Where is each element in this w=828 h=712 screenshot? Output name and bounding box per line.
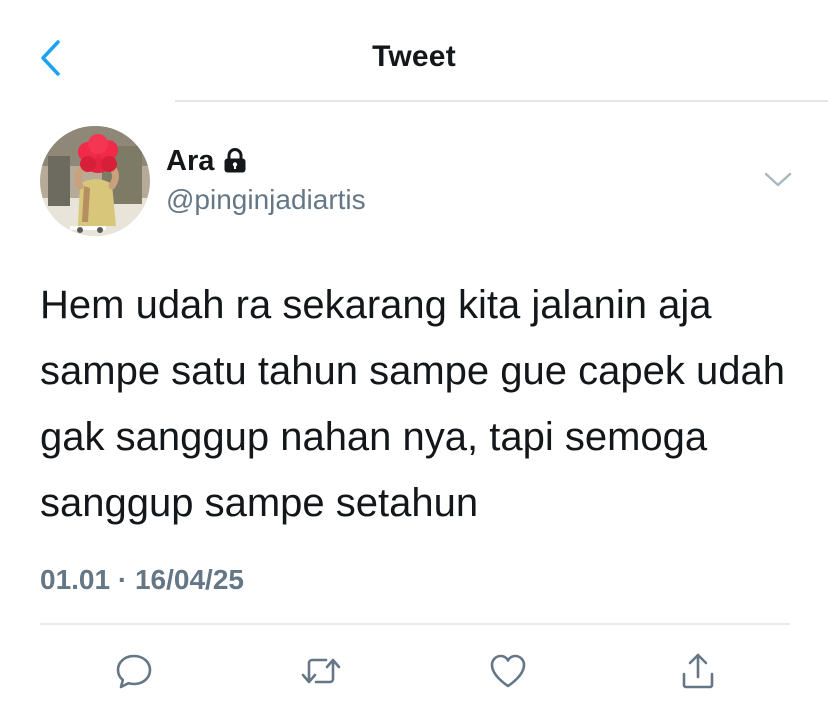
timestamp-separator: ·	[117, 564, 128, 595]
avatar-image	[40, 126, 150, 236]
author-name[interactable]: Ara	[166, 145, 214, 178]
tweet-text: Hem udah ra sekarang kita jalanin aja sa…	[40, 283, 785, 525]
lock-icon	[223, 148, 247, 174]
share-icon	[682, 653, 714, 689]
tweet-time: 01.01	[40, 564, 111, 595]
share-button[interactable]	[673, 646, 723, 696]
reply-icon	[116, 654, 152, 689]
tweet-date: 16/04/25	[134, 564, 244, 595]
chevron-down-icon	[764, 172, 792, 187]
retweet-button[interactable]	[296, 646, 346, 696]
navigation-bar: Tweet	[0, 0, 828, 102]
tweet-timestamp: 01.01 · 16/04/25	[40, 564, 244, 596]
reply-button[interactable]	[109, 646, 159, 696]
nav-divider	[175, 100, 828, 102]
like-button[interactable]	[483, 646, 533, 696]
tweet-detail-screen: Tweet Ara @pinginjadiartis Hem udah ra s…	[0, 0, 828, 712]
tweet-menu-button[interactable]	[760, 166, 796, 194]
author-handle[interactable]: @pinginjadiartis	[166, 184, 366, 216]
action-bar	[0, 640, 828, 700]
heart-icon	[490, 654, 526, 688]
page-title: Tweet	[372, 40, 456, 73]
retweet-icon	[301, 658, 341, 684]
author-name-row: Ara	[166, 144, 247, 178]
tweet-author: Ara @pinginjadiartis	[40, 126, 800, 236]
avatar[interactable]	[40, 126, 150, 236]
action-divider	[40, 623, 790, 625]
